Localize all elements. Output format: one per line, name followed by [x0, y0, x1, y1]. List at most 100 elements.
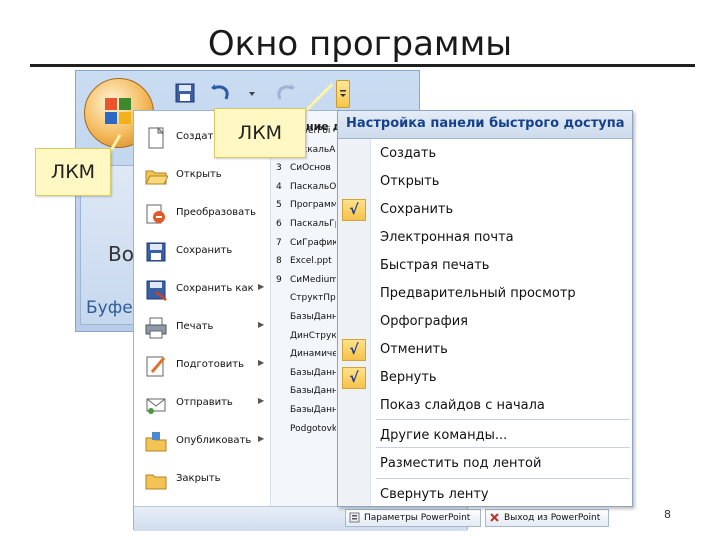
office-menu-item-label: Сохранить как	[176, 283, 254, 294]
office-menu-item[interactable]: Сохранить	[140, 234, 268, 270]
recent-document-name: СтруктПро	[290, 293, 336, 304]
qat-menu-item-label: Отменить	[380, 342, 448, 357]
checkmark-icon: √	[342, 199, 366, 221]
recent-document-number: 6	[276, 219, 282, 229]
qat-menu-item-label: Предварительный просмотр	[380, 286, 576, 301]
checkmark-icon: √	[342, 367, 366, 389]
open-folder-icon	[145, 170, 168, 185]
office-menu-item-label: Создать	[176, 131, 220, 142]
office-menu-item[interactable]: Опубликовать ▶	[140, 424, 268, 460]
menu-separator	[376, 447, 630, 448]
close-icon	[490, 513, 499, 522]
office-menu-item[interactable]: Отправить ▶	[140, 386, 268, 422]
recent-document-number: 3	[276, 163, 282, 174]
recent-document-name: Podgotovk	[290, 423, 336, 434]
qat-menu-item-label: Создать	[380, 146, 437, 161]
recent-document-item[interactable]: 7 СиГрафик	[276, 238, 336, 254]
recent-document-number: 8	[276, 256, 282, 267]
recent-document-number: 9	[276, 274, 282, 285]
qat-menu-item-label: Другие команды...	[380, 428, 508, 443]
office-menu-item[interactable]: Печать ▶	[140, 310, 268, 346]
recent-document-name: Программ	[290, 200, 336, 211]
recent-document-name: Динамиче	[290, 349, 336, 360]
recent-document-item[interactable]: БазыДанн	[276, 368, 336, 384]
office-menu-item-label: Опубликовать	[176, 435, 252, 446]
save-icon	[146, 242, 166, 262]
office-menu-item-label: Отправить	[176, 397, 233, 408]
office-menu-item[interactable]: Закрыть	[140, 462, 268, 498]
office-menu-item-label: Подготовить	[176, 359, 244, 370]
submenu-arrow-icon: ▶	[258, 396, 265, 405]
undo-dropdown-icon[interactable]	[248, 82, 256, 104]
office-menu-item[interactable]: Преобразовать	[140, 196, 268, 232]
qat-menu-item-label: Вернуть	[380, 370, 437, 385]
office-menu-item[interactable]: Открыть	[140, 158, 268, 194]
recent-document-item[interactable]: ДинСтрук	[276, 331, 336, 347]
checkmark-icon: √	[342, 339, 366, 361]
print-icon	[145, 317, 167, 339]
submenu-arrow-icon: ▶	[258, 434, 265, 443]
qat-customize-button[interactable]	[336, 80, 350, 108]
recent-document-item[interactable]: 8 Excel.ppt	[276, 256, 336, 272]
office-menu-item-label: Закрыть	[176, 473, 221, 484]
recent-document-name: БазыДанн	[290, 312, 336, 322]
menu-separator	[376, 419, 630, 420]
powerpoint-options-button[interactable]: Параметры PowerPoint	[345, 509, 481, 527]
office-menu-item-label: Печать	[176, 321, 214, 332]
office-menu-item[interactable]: Подготовить ▶	[140, 348, 268, 384]
recent-document-item[interactable]: БазыДанн	[276, 405, 336, 421]
ribbon-button-text: Во	[108, 242, 134, 266]
undo-icon[interactable]	[210, 82, 232, 104]
save-icon[interactable]	[174, 82, 196, 104]
recent-document-item[interactable]: 9 СиMedium	[276, 275, 336, 291]
qat-menu-title: Настройка панели быстрого доступа	[346, 116, 625, 131]
send-icon	[146, 398, 166, 414]
callout-left: ЛКМ	[35, 148, 111, 196]
new-document-icon	[148, 126, 165, 149]
recent-document-item[interactable]: Динамиче	[276, 349, 336, 365]
recent-document-item[interactable]: 6 ПаскальГр	[276, 219, 336, 235]
qat-menu-item-label: Быстрая печать	[380, 258, 490, 273]
submenu-arrow-icon: ▶	[258, 282, 265, 291]
recent-document-name: ДинСтрук	[290, 330, 336, 341]
qat-menu-item-label: Сохранить	[380, 202, 454, 217]
recent-document-item[interactable]: 4 ПаскальО	[276, 182, 336, 198]
qat-menu-item-label: Открыть	[380, 174, 440, 189]
office-menu-item[interactable]: Сохранить как ▶	[140, 272, 268, 308]
exit-label: Выход из PowerPoint	[504, 513, 601, 523]
recent-document-name: СиMedium	[290, 274, 336, 285]
redo-icon[interactable]	[274, 82, 296, 104]
office-menu-item-label: Открыть	[176, 169, 222, 180]
recent-document-name: ПаскальГр	[290, 219, 336, 229]
qat-menu-item-label: Свернуть ленту	[380, 487, 489, 502]
ribbon-group-label: Буфе	[86, 298, 133, 318]
qat-menu-item-label: Разместить под лентой	[380, 456, 542, 471]
title-underline	[30, 64, 695, 67]
recent-document-item[interactable]: БазыДанн	[276, 312, 336, 328]
slide-title: Окно программы	[207, 24, 513, 64]
qat-menu-gutter	[338, 138, 371, 506]
qat-menu-item-label: Орфография	[380, 314, 468, 329]
exit-powerpoint-button[interactable]: Выход из PowerPoint	[485, 509, 609, 527]
page-number: 8	[664, 508, 671, 521]
recent-document-name: Excel.ppt	[290, 256, 332, 267]
recent-document-name: БазыДанн	[290, 386, 336, 397]
office-menu-item-label: Преобразовать	[176, 207, 256, 218]
recent-document-item[interactable]: СтруктПро	[276, 293, 336, 309]
menu-separator	[376, 478, 630, 479]
submenu-arrow-icon: ▶	[258, 320, 265, 329]
recent-document-name: БазыДанн	[290, 367, 336, 378]
close-folder-icon	[145, 474, 167, 490]
office-menu-item-label: Сохранить	[176, 245, 233, 256]
recent-document-item[interactable]: 3 СиОснов	[276, 163, 336, 179]
recent-document-item[interactable]: 5 Программ	[276, 200, 336, 216]
recent-document-name: ПаскальО	[290, 181, 336, 192]
recent-document-item[interactable]: Podgotovk	[276, 424, 336, 440]
recent-document-number: 5	[276, 200, 282, 211]
recent-document-item[interactable]: БазыДанн	[276, 386, 336, 402]
convert-icon	[146, 204, 165, 224]
options-label: Параметры PowerPoint	[364, 513, 471, 523]
publish-icon	[145, 432, 167, 452]
chevron-down-icon	[340, 90, 346, 97]
callout-top: ЛКМ	[214, 108, 306, 158]
